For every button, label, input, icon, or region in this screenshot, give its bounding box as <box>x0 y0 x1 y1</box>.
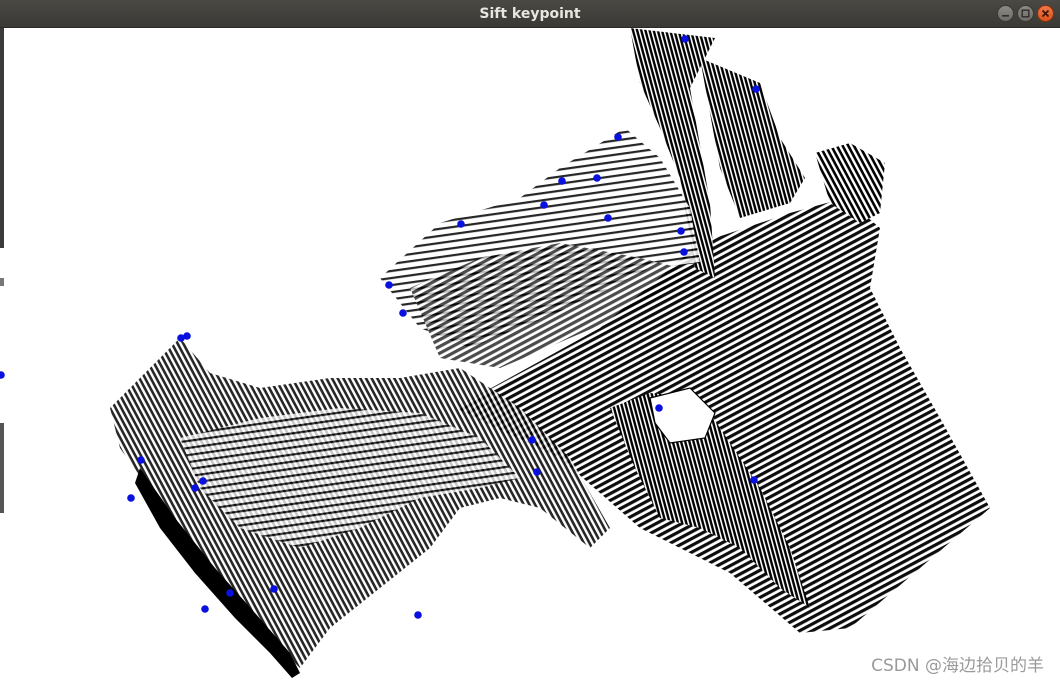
window-title: Sift keypoint <box>479 6 581 22</box>
keypoint <box>681 35 689 43</box>
viewer-window: Sift keypoint CSDN @海边拾贝的羊 <box>0 0 1060 684</box>
keypoint <box>191 484 199 492</box>
keypoint <box>399 309 407 317</box>
keypoint <box>655 404 663 412</box>
keypoint <box>127 494 135 502</box>
keypoint <box>201 605 209 613</box>
keypoint <box>199 477 207 485</box>
keypoint <box>528 436 536 444</box>
keypoint <box>270 585 278 593</box>
keypoint <box>614 133 622 141</box>
keypoint <box>457 220 465 228</box>
window-controls <box>997 5 1054 23</box>
keypoint <box>533 468 541 476</box>
keypoint <box>677 227 685 235</box>
keypoint <box>137 456 145 464</box>
close-icon[interactable] <box>1037 5 1054 22</box>
keypoint <box>540 201 548 209</box>
keypoint <box>385 281 393 289</box>
keypoint <box>680 248 688 256</box>
point-cloud-canvas[interactable] <box>0 28 1060 684</box>
point-cloud-viewport[interactable]: CSDN @海边拾贝的羊 <box>0 28 1060 684</box>
keypoint <box>414 611 422 619</box>
maximize-icon[interactable] <box>1017 5 1034 22</box>
keypoint <box>0 371 5 379</box>
keypoint <box>558 177 566 185</box>
keypoint <box>750 476 758 484</box>
minimize-icon[interactable] <box>997 5 1014 22</box>
keypoint <box>183 332 191 340</box>
keypoint <box>604 214 612 222</box>
keypoint <box>226 589 234 597</box>
title-bar[interactable]: Sift keypoint <box>0 0 1060 28</box>
surface-upper-wall <box>700 58 805 218</box>
keypoint <box>752 85 760 93</box>
watermark-text: CSDN @海边拾贝的羊 <box>871 656 1044 676</box>
keypoint <box>593 174 601 182</box>
